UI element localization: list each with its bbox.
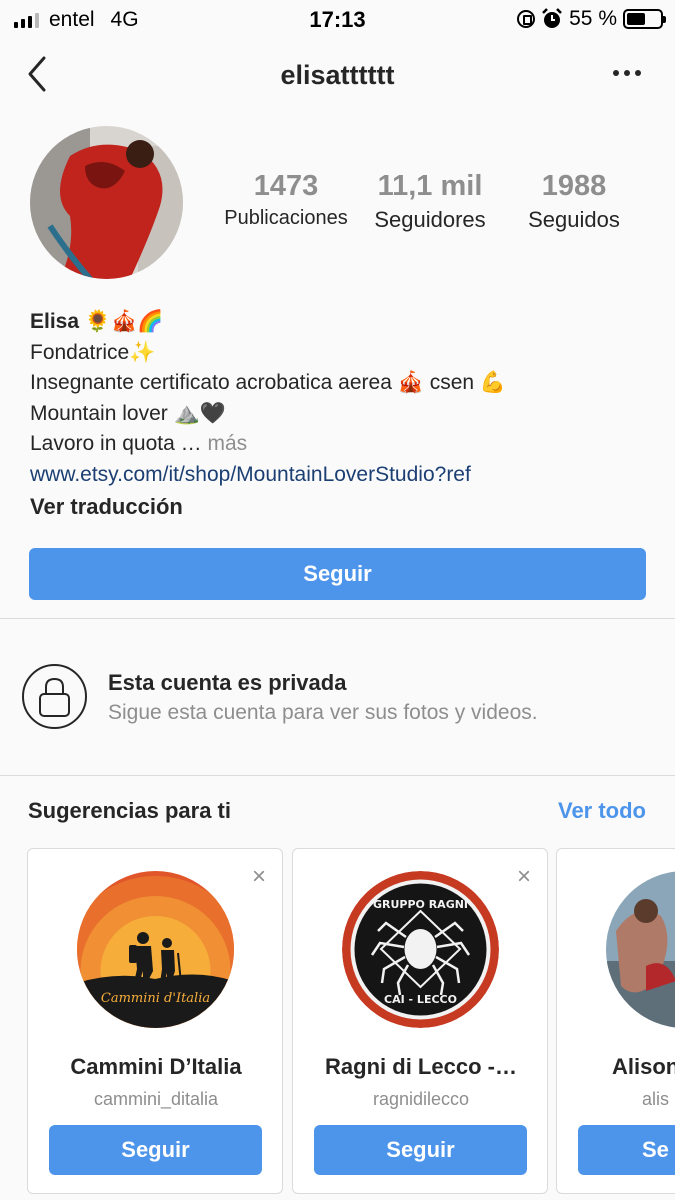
divider — [0, 618, 675, 619]
status-bar: entel 4G 17:13 55 % — [0, 0, 675, 38]
ragni-logo-text-top: GRUPPO RAGNI — [373, 898, 468, 911]
suggestion-card[interactable]: × GRUPPO RAGNI CAI - LECCO Ragni di Lecc… — [292, 848, 548, 1194]
suggestion-avatar[interactable] — [606, 871, 675, 1028]
ragni-logo: GRUPPO RAGNI CAI - LECCO — [342, 871, 499, 1028]
suggestion-username: cammini_ditalia — [93, 1089, 219, 1109]
close-icon[interactable]: × — [517, 863, 531, 891]
suggestion-username: ragnidilecco — [372, 1089, 470, 1109]
suggestion-follow-button[interactable]: Se — [578, 1125, 675, 1175]
profile-bio: Elisa 🌻🎪🌈 Fondatrice✨ Insegnante certifi… — [30, 307, 650, 523]
followers-count: 11,1 mil — [377, 170, 483, 202]
lock-icon — [22, 664, 87, 729]
following-label: Seguidos — [528, 207, 620, 232]
suggestion-name: Cammini D’Italia — [70, 1054, 242, 1079]
suggestion-card[interactable]: Alison alis Se — [556, 848, 675, 1194]
divider — [0, 775, 675, 776]
orientation-lock-icon — [517, 10, 536, 28]
avatar-image — [30, 126, 183, 279]
alison-avatar-image — [606, 871, 675, 1028]
following-stat[interactable]: 1988 Seguidos — [510, 170, 638, 233]
cammini-logo: Cammini d'Italia — [77, 871, 234, 1028]
suggestion-avatar[interactable]: GRUPPO RAGNI CAI - LECCO — [342, 871, 499, 1028]
bio-line: Insegnante certificato acrobatica aerea … — [30, 371, 507, 394]
battery-icon — [623, 9, 666, 29]
suggestion-name: Ragni di Lecco -… — [325, 1054, 517, 1079]
close-icon[interactable]: × — [252, 863, 266, 891]
follow-button[interactable]: Seguir — [29, 548, 646, 600]
bio-line: Mountain lover ⛰️🖤 — [30, 401, 226, 425]
private-subtitle: Sigue esta cuenta para ver sus fotos y v… — [108, 701, 538, 724]
bio-line-truncated: Lavoro in quota … más — [30, 429, 650, 460]
suggestions-heading: Sugerencias para ti — [28, 798, 231, 823]
posts-stat[interactable]: 1473 Publicaciones — [210, 170, 362, 230]
status-right: 55 % — [517, 7, 666, 31]
more-dots-icon[interactable] — [613, 70, 641, 76]
followers-stat[interactable]: 11,1 mil Seguidores — [362, 170, 498, 233]
following-count: 1988 — [541, 170, 607, 202]
ragni-logo-text-bottom: CAI - LECCO — [384, 993, 457, 1006]
bio-line: Lavoro in quota … — [30, 432, 202, 455]
bio-website-link[interactable]: www.etsy.com/it/shop/MountainLoverStudio… — [30, 460, 650, 491]
avatar[interactable] — [30, 126, 183, 279]
suggestion-name: Alison — [612, 1054, 675, 1079]
private-title: Esta cuenta es privada — [108, 670, 347, 695]
see-all-link[interactable]: Ver todo — [558, 798, 646, 824]
profile-stats: 1473 Publicaciones 11,1 mil Seguidores 1… — [210, 170, 650, 240]
private-account-notice: Esta cuenta es privada Sigue esta cuenta… — [0, 640, 675, 755]
followers-label: Seguidores — [374, 207, 486, 232]
suggestion-follow-button[interactable]: Seguir — [314, 1125, 527, 1175]
posts-label: Publicaciones — [224, 207, 348, 229]
battery-percent: 55 % — [569, 7, 617, 30]
bio-line: Fondatrice✨ — [30, 340, 156, 364]
display-name: Elisa 🌻🎪🌈 — [30, 310, 164, 333]
alarm-icon — [542, 8, 563, 28]
see-translation-link[interactable]: Ver traducción — [30, 492, 650, 523]
cammini-logo-text: Cammini d'Italia — [101, 991, 210, 1006]
battery-fill — [627, 13, 645, 25]
suggestion-username: alis — [642, 1089, 670, 1109]
suggestion-avatar[interactable]: Cammini d'Italia — [77, 871, 234, 1028]
suggestion-follow-button[interactable]: Seguir — [49, 1125, 262, 1175]
page-title: elisatttttt — [280, 60, 395, 90]
profile-header: elisatttttt — [0, 44, 675, 110]
bio-more-link[interactable]: más — [207, 432, 247, 455]
posts-count: 1473 — [253, 170, 319, 202]
suggestion-card[interactable]: × Cammini d'Italia Cammini D’Italia camm… — [27, 848, 283, 1194]
